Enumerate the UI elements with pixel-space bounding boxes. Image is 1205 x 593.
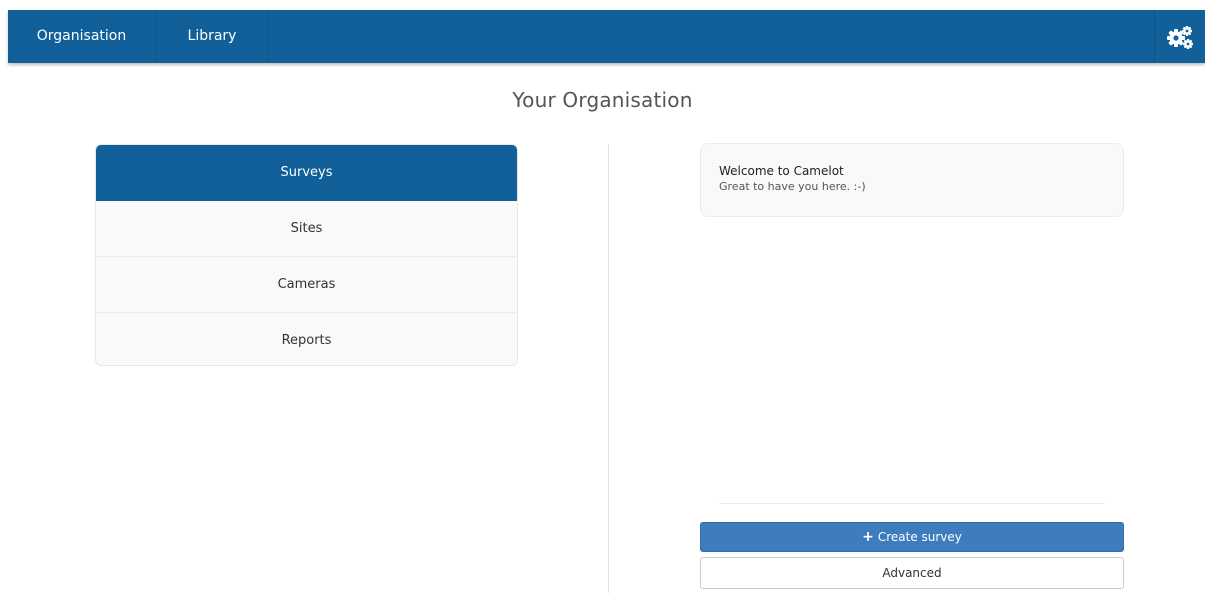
menu-item-cameras[interactable]: Cameras xyxy=(96,257,517,313)
page-title: Your Organisation xyxy=(512,88,693,112)
plus-icon: + xyxy=(862,529,874,545)
create-survey-label: Create survey xyxy=(877,530,962,544)
horizontal-divider xyxy=(719,503,1105,504)
nav-tab-library[interactable]: Library xyxy=(156,10,269,63)
advanced-button[interactable]: Advanced xyxy=(700,557,1124,589)
nav-tab-organisation[interactable]: Organisation xyxy=(8,10,156,63)
settings-button[interactable] xyxy=(1154,10,1205,63)
create-survey-button[interactable]: + Create survey xyxy=(700,522,1124,552)
menu-item-surveys[interactable]: Surveys xyxy=(96,145,517,201)
welcome-message: Great to have you here. :-) xyxy=(719,180,866,193)
welcome-panel: Welcome to Camelot Great to have you her… xyxy=(700,143,1124,217)
organisation-menu: Surveys Sites Cameras Reports xyxy=(95,144,518,366)
menu-item-sites[interactable]: Sites xyxy=(96,201,517,257)
welcome-title: Welcome to Camelot xyxy=(719,164,844,178)
advanced-label: Advanced xyxy=(882,566,942,580)
vertical-divider xyxy=(608,144,609,593)
gears-icon xyxy=(1167,25,1193,49)
top-nav-bar: Organisation Library xyxy=(8,10,1205,63)
menu-item-reports[interactable]: Reports xyxy=(96,313,517,365)
